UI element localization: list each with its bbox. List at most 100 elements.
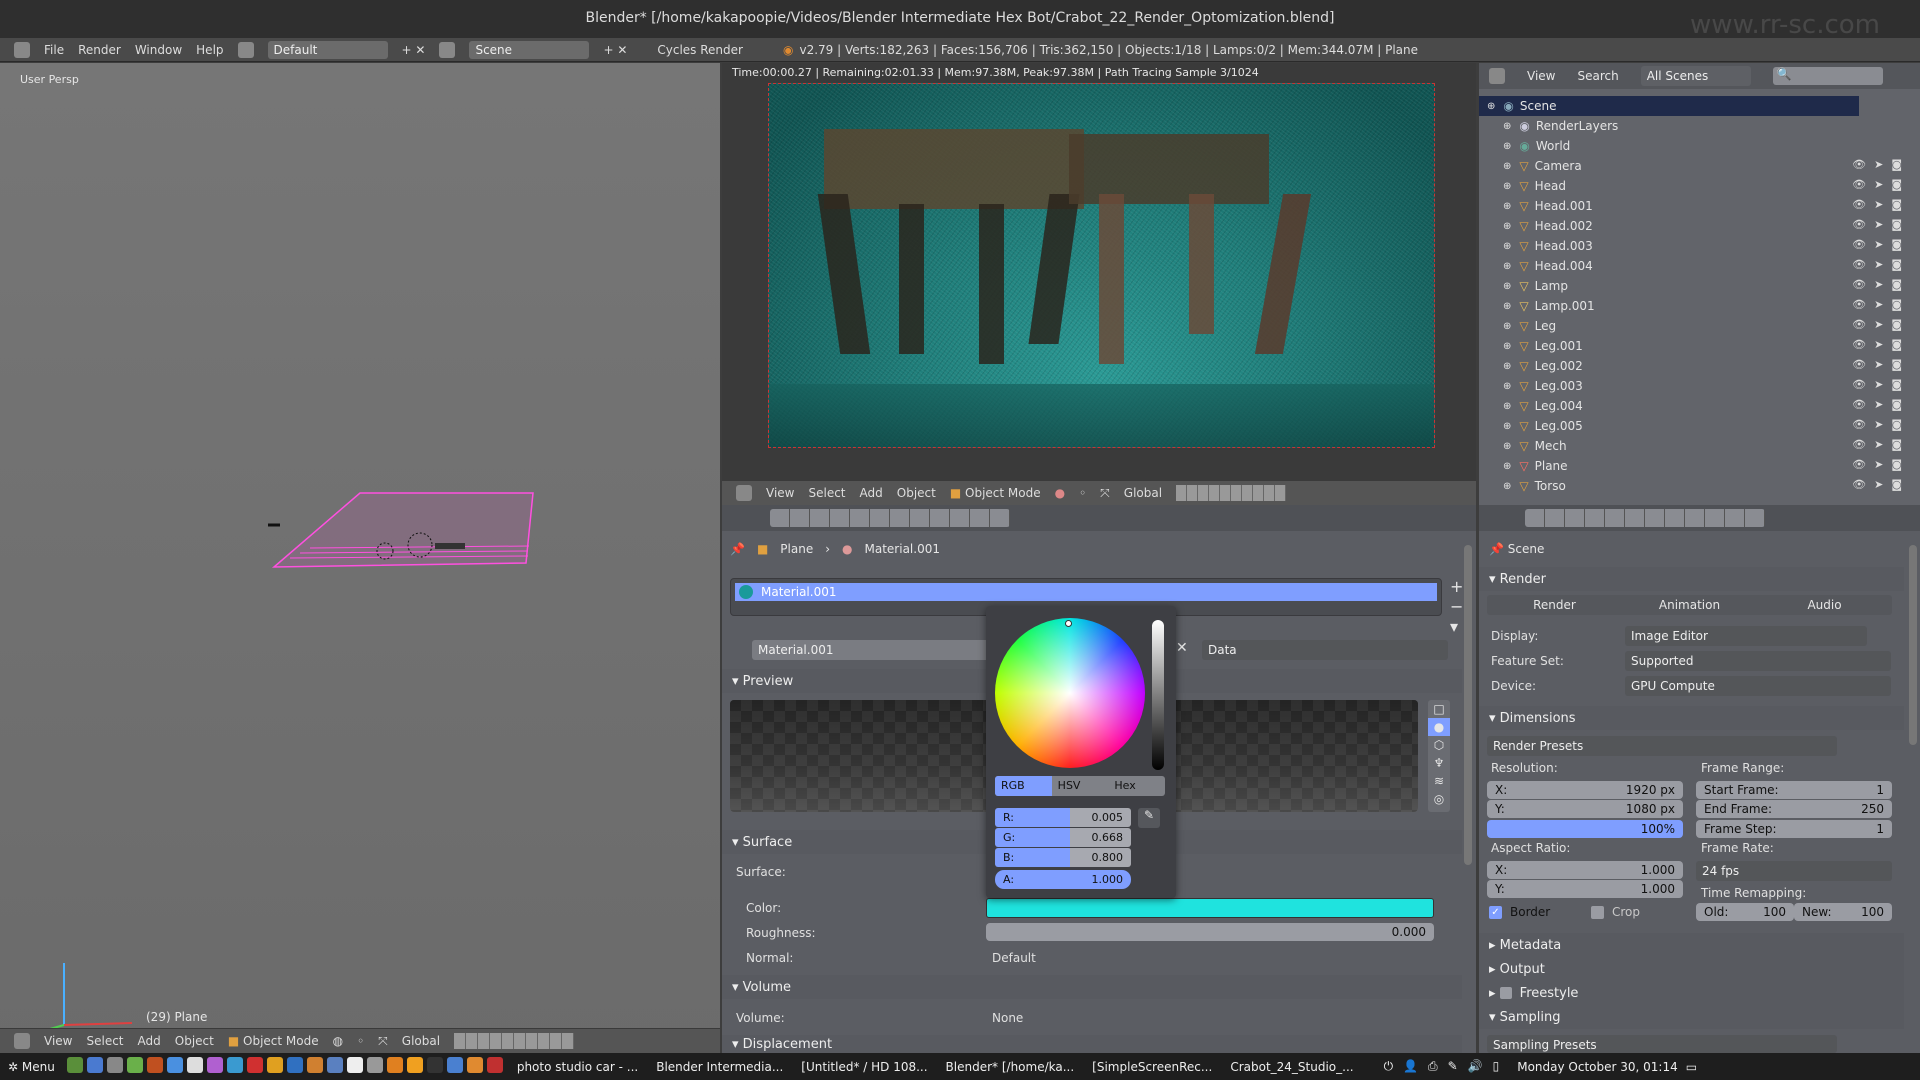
menu-render[interactable]: Render [78, 43, 121, 57]
context-buttons[interactable] [770, 509, 1010, 527]
menu-select[interactable]: Select [808, 486, 845, 500]
menu-file[interactable]: File [44, 43, 64, 57]
expand-icon[interactable]: ⊕ [1487, 101, 1495, 112]
render-button[interactable]: Render [1487, 595, 1622, 615]
menu-add[interactable]: Add [860, 486, 883, 500]
aspect-x-field[interactable]: X: 1.000 [1487, 861, 1683, 879]
end-frame-field[interactable]: End Frame: 250 [1696, 800, 1892, 818]
visibility-icons[interactable]: 👁➤◙ [1852, 458, 1910, 471]
add-layout-button[interactable]: + ✕ [402, 43, 426, 57]
audio-button[interactable]: Audio [1757, 595, 1892, 615]
aspect-y-field[interactable]: Y: 1.000 [1487, 880, 1683, 898]
outliner-item[interactable]: ⊕ ▽ Plane 👁➤◙ [1479, 456, 1920, 476]
taskbar-window[interactable]: [SimpleScreenRec... [1092, 1060, 1212, 1074]
expand-icon[interactable]: ⊕ [1503, 381, 1511, 392]
expand-icon[interactable]: ⊕ [1503, 141, 1511, 152]
expand-icon[interactable]: ⊕ [1503, 401, 1511, 412]
visibility-icons[interactable]: 👁➤◙ [1852, 378, 1910, 391]
render-view[interactable]: Time:00:00.27 | Remaining:02:01.33 | Mem… [722, 63, 1476, 505]
render-engine-select[interactable]: Cycles Render [657, 43, 743, 57]
volume-panel-header[interactable]: ▾ Volume [722, 975, 1462, 999]
roughness-slider[interactable]: 0.000 [986, 923, 1434, 941]
menu-search[interactable]: Search [1577, 69, 1618, 83]
time-old-field[interactable]: Old: 100 [1696, 903, 1794, 921]
outliner-item[interactable]: ⊕ ▽ Torso 👁➤◙ [1479, 476, 1920, 496]
pin-icon[interactable]: 📌 [730, 542, 745, 556]
outliner-item[interactable]: ⊕ ▽ Leg 👁➤◙ [1479, 316, 1920, 336]
red-field[interactable]: R: 0.005 [995, 808, 1131, 827]
menu-add[interactable]: Add [138, 1034, 161, 1048]
expand-icon[interactable]: ⊕ [1503, 221, 1511, 232]
value-slider[interactable] [1152, 620, 1164, 770]
visibility-icons[interactable]: 👁➤◙ [1852, 358, 1910, 371]
visibility-icons[interactable]: 👁➤◙ [1852, 158, 1910, 171]
manipulator-icon[interactable]: ⤧ [1100, 486, 1110, 501]
slot-buttons[interactable]: + − ▾ [1450, 577, 1463, 637]
start-frame-field[interactable]: Start Frame: 1 [1696, 781, 1892, 799]
outliner-item[interactable]: ⊕ ▽ Mech 👁➤◙ [1479, 436, 1920, 456]
feature-set-select[interactable]: Supported [1625, 651, 1891, 671]
normal-value[interactable]: Default [992, 951, 1036, 965]
outliner-item[interactable]: ⊕ ▽ Head.002 👁➤◙ [1479, 216, 1920, 236]
pivot-icon[interactable]: ◦ [1079, 486, 1086, 500]
context-buttons[interactable] [1525, 509, 1765, 527]
3d-viewport[interactable]: User Persp (29) Plane View Select Add Ob… [0, 63, 720, 1053]
taskbar-window[interactable]: photo studio car - ... [517, 1060, 638, 1074]
device-select[interactable]: GPU Compute [1625, 676, 1891, 696]
visibility-icons[interactable]: 👁➤◙ [1852, 178, 1910, 191]
show-desktop-icon[interactable]: ▭ [1686, 1060, 1697, 1074]
expand-icon[interactable]: ⊕ [1503, 241, 1511, 252]
expand-icon[interactable]: ⊕ [1503, 161, 1511, 172]
visibility-icons[interactable]: 👁➤◙ [1852, 398, 1910, 411]
resolution-x-field[interactable]: X: 1920 px [1487, 781, 1683, 799]
animation-button[interactable]: Animation [1622, 595, 1757, 615]
taskbar-window[interactable]: Blender Intermedia... [656, 1060, 783, 1074]
menu-view[interactable]: View [766, 486, 794, 500]
rendered-shading-icon[interactable]: ● [1055, 486, 1065, 500]
visibility-icons[interactable]: 👁➤◙ [1852, 278, 1910, 291]
visibility-icons[interactable]: 👁➤◙ [1852, 338, 1910, 351]
expand-icon[interactable]: ⊕ [1503, 461, 1511, 472]
start-menu-button[interactable]: ✲ Menu [8, 1060, 55, 1074]
menu-view[interactable]: View [1527, 69, 1555, 83]
expand-icon[interactable]: ⊕ [1503, 441, 1511, 452]
taskbar-window[interactable]: Blender* [/home/ka... [946, 1060, 1075, 1074]
material-name-field[interactable]: Material.001 [752, 640, 1012, 660]
outliner-item[interactable]: ⊕ ▽ Camera 👁➤◙ [1479, 156, 1920, 176]
expand-icon[interactable]: ⊕ [1503, 481, 1511, 492]
color-wheel[interactable] [995, 618, 1145, 768]
outliner-item[interactable]: ⊕ ▽ Leg.001 👁➤◙ [1479, 336, 1920, 356]
visibility-icons[interactable]: 👁➤◙ [1852, 198, 1910, 211]
outliner-item[interactable]: ⊕ ▽ Leg.002 👁➤◙ [1479, 356, 1920, 376]
frame-rate-select[interactable]: 24 fps [1696, 861, 1892, 881]
display-mode-select[interactable]: All Scenes [1640, 66, 1751, 86]
crop-checkbox[interactable]: Crop [1591, 905, 1640, 919]
scene-field[interactable]: Scene [469, 40, 590, 59]
eyedropper-icon[interactable]: ✎ [1138, 808, 1160, 828]
outliner-item[interactable]: ⊕ ▽ Head 👁➤◙ [1479, 176, 1920, 196]
tab-rgb[interactable]: RGB [995, 776, 1052, 796]
menu-view[interactable]: View [44, 1034, 72, 1048]
render-panel-header[interactable]: ▾ Render [1479, 567, 1904, 591]
scene-icon[interactable] [439, 41, 456, 58]
layout-icon[interactable] [237, 41, 254, 58]
layer-buttons[interactable] [454, 1033, 575, 1049]
expand-icon[interactable]: ⊕ [1503, 341, 1511, 352]
layer-buttons[interactable] [1176, 485, 1287, 501]
visibility-icons[interactable]: 👁➤◙ [1852, 478, 1910, 491]
expand-icon[interactable]: ⊕ [1503, 421, 1511, 432]
menu-object[interactable]: Object [897, 486, 936, 500]
visibility-icons[interactable]: 👁➤◙ [1852, 258, 1910, 271]
visibility-icons[interactable]: 👁➤◙ [1852, 298, 1910, 311]
freestyle-panel-header[interactable]: ▸ Freestyle [1479, 981, 1904, 1005]
preview-type-buttons[interactable]: □ ● ⬡ ♆ ≋ ◎ [1428, 700, 1450, 812]
visibility-icons[interactable]: 👁➤◙ [1852, 438, 1910, 451]
wheel-cursor[interactable] [1065, 620, 1072, 627]
outliner-item[interactable]: ⊕ ▽ Lamp.001 👁➤◙ [1479, 296, 1920, 316]
expand-icon[interactable]: ⊕ [1503, 261, 1511, 272]
visibility-icons[interactable]: 👁➤◙ [1852, 238, 1910, 251]
expand-icon[interactable]: ⊕ [1503, 281, 1511, 292]
expand-icon[interactable]: ⊕ [1503, 201, 1511, 212]
display-select[interactable]: Image Editor [1625, 626, 1867, 646]
search-input[interactable]: 🔍 [1772, 67, 1883, 85]
